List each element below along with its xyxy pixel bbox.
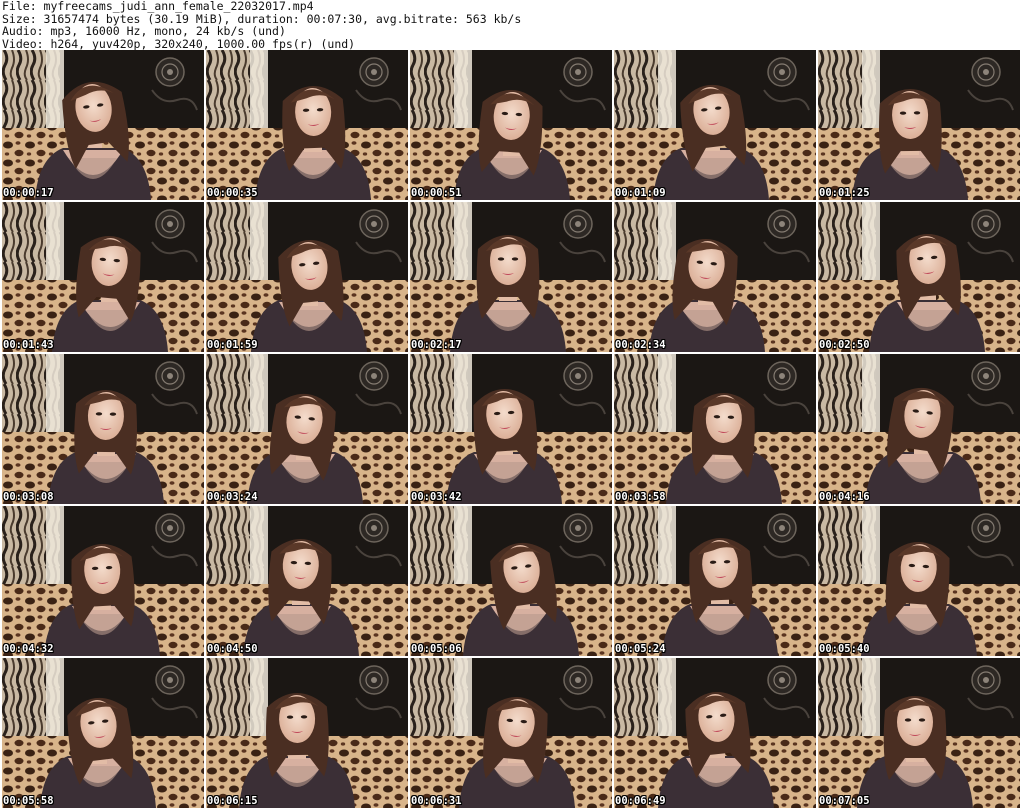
frame-timestamp: 00:03:24 [207,491,258,503]
webcam-frame-image [2,50,204,200]
webcam-frame-image [818,202,1020,352]
video-info-line: Video: h264, yuv420p, 320x240, 1000.00 f… [2,36,356,51]
frame-timestamp: 00:03:58 [615,491,666,503]
frame-timestamp: 00:01:25 [819,187,870,199]
webcam-frame-image [410,658,612,808]
video-thumbnail: 00:07:05 [818,658,1020,808]
webcam-frame-image [2,658,204,808]
video-thumbnail: 00:05:58 [2,658,204,808]
video-thumbnail: 00:06:15 [206,658,408,808]
frame-timestamp: 00:04:32 [3,643,54,655]
webcam-frame-image [614,658,816,808]
webcam-frame-image [206,50,408,200]
frame-timestamp: 00:01:43 [3,339,54,351]
frame-timestamp: 00:06:31 [411,795,462,807]
video-thumbnail: 00:04:32 [2,506,204,656]
video-thumbnail: 00:01:43 [2,202,204,352]
frame-timestamp: 00:01:59 [207,339,258,351]
video-thumbnail: 00:02:50 [818,202,1020,352]
video-thumbnail: 00:05:40 [818,506,1020,656]
video-thumbnail: 00:04:50 [206,506,408,656]
video-thumbnail: 00:01:09 [614,50,816,200]
frame-timestamp: 00:06:49 [615,795,666,807]
audio-info-line: Audio: mp3, 16000 Hz, mono, 24 kb/s (und… [2,24,286,38]
thumbnail-grid: 00:00:17 00:00:35 00:00:51 00:01:09 00:0… [2,50,1024,811]
frame-timestamp: 00:02:34 [615,339,666,351]
frame-timestamp: 00:05:40 [819,643,870,655]
frame-timestamp: 00:04:16 [819,491,870,503]
webcam-frame-image [2,506,204,656]
video-thumbnail: 00:05:06 [410,506,612,656]
video-thumbnail: 00:03:08 [2,354,204,504]
webcam-frame-image [206,506,408,656]
webcam-frame-image [818,506,1020,656]
webcam-frame-image [410,202,612,352]
frame-timestamp: 00:05:06 [411,643,462,655]
video-thumbnail: 00:00:35 [206,50,408,200]
webcam-frame-image [614,202,816,352]
webcam-frame-image [818,50,1020,200]
video-thumbnail: 00:03:42 [410,354,612,504]
video-thumbnail: 00:04:16 [818,354,1020,504]
frame-timestamp: 00:03:08 [3,491,54,503]
webcam-frame-image [206,658,408,808]
file-name-line: File: myfreecams_judi_ann_female_2203201… [2,0,314,13]
frame-timestamp: 00:05:58 [3,795,54,807]
frame-timestamp: 00:00:35 [207,187,258,199]
video-thumbnail: 00:01:25 [818,50,1020,200]
video-thumbnail: 00:03:24 [206,354,408,504]
video-thumbnail: 00:02:17 [410,202,612,352]
webcam-frame-image [410,354,612,504]
frame-timestamp: 00:02:50 [819,339,870,351]
video-thumbnail: 00:06:31 [410,658,612,808]
file-info-header: File: myfreecams_judi_ann_female_2203201… [2,0,1022,50]
webcam-frame-image [206,202,408,352]
video-thumbnail: 00:06:49 [614,658,816,808]
frame-timestamp: 00:04:50 [207,643,258,655]
frame-timestamp: 00:00:51 [411,187,462,199]
video-thumbnail: 00:02:34 [614,202,816,352]
webcam-frame-image [2,354,204,504]
webcam-frame-image [614,50,816,200]
frame-timestamp: 00:02:17 [411,339,462,351]
webcam-frame-image [818,658,1020,808]
frame-timestamp: 00:06:15 [207,795,258,807]
webcam-frame-image [206,354,408,504]
frame-timestamp: 00:07:05 [819,795,870,807]
webcam-frame-image [2,202,204,352]
video-thumbnail: 00:01:59 [206,202,408,352]
frame-timestamp: 00:01:09 [615,187,666,199]
webcam-frame-image [614,506,816,656]
webcam-frame-image [410,506,612,656]
video-thumbnail: 00:00:17 [2,50,204,200]
webcam-frame-image [410,50,612,200]
frame-timestamp: 00:05:24 [615,643,666,655]
video-thumbnail: 00:03:58 [614,354,816,504]
video-thumbnail: 00:05:24 [614,506,816,656]
video-thumbnail: 00:00:51 [410,50,612,200]
frame-timestamp: 00:03:42 [411,491,462,503]
webcam-frame-image [614,354,816,504]
webcam-frame-image [818,354,1020,504]
frame-timestamp: 00:00:17 [3,187,54,199]
